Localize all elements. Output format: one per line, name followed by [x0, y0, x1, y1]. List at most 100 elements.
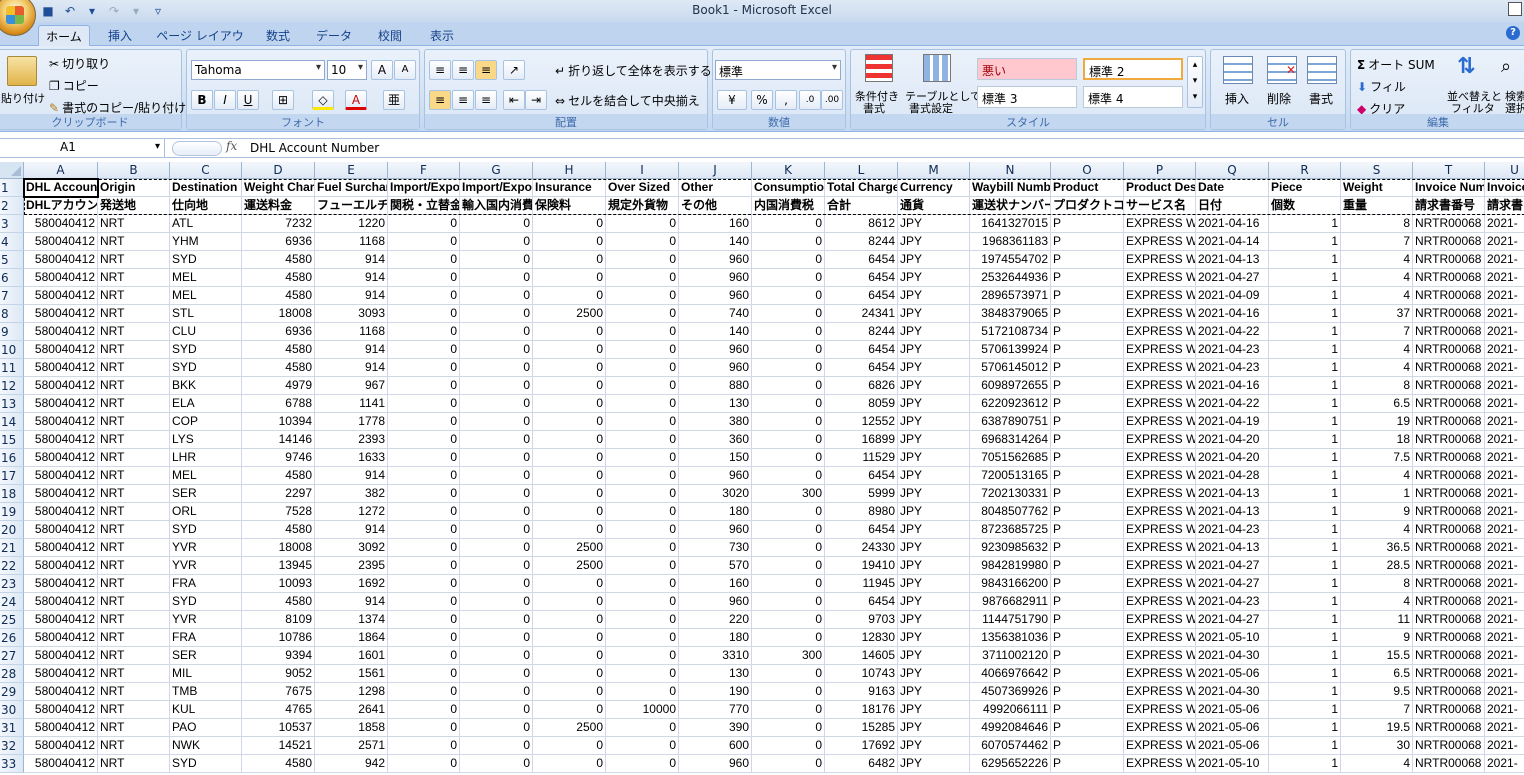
table-cell[interactable]: 0: [606, 719, 679, 737]
table-cell[interactable]: P: [1051, 269, 1124, 287]
align-middle-icon[interactable]: ≡: [452, 60, 474, 80]
table-cell[interactable]: EXPRESS W: [1124, 467, 1196, 485]
table-cell[interactable]: 0: [388, 485, 460, 503]
table-cell[interactable]: EXPRESS W: [1124, 737, 1196, 755]
table-cell[interactable]: 580040412: [24, 287, 98, 305]
table-cell[interactable]: 2297: [242, 485, 315, 503]
table-cell[interactable]: 580040412: [24, 593, 98, 611]
table-cell[interactable]: NRTR00068: [1413, 233, 1485, 251]
table-cell[interactable]: 4: [1341, 269, 1413, 287]
table-cell[interactable]: 140: [679, 323, 752, 341]
table-cell[interactable]: 1778: [315, 413, 388, 431]
tab-review[interactable]: 校閲: [368, 25, 412, 46]
table-cell[interactable]: JPY: [898, 629, 970, 647]
row-header[interactable]: 21: [0, 539, 24, 557]
table-cell[interactable]: 0: [752, 251, 825, 269]
table-cell[interactable]: EXPRESS W: [1124, 629, 1196, 647]
table-cell[interactable]: 300: [752, 647, 825, 665]
table-cell[interactable]: 0: [460, 575, 533, 593]
table-cell[interactable]: 0: [752, 611, 825, 629]
table-cell[interactable]: 0: [460, 233, 533, 251]
table-cell[interactable]: YHM: [170, 233, 242, 251]
table-cell[interactable]: P: [1051, 431, 1124, 449]
select-all-button[interactable]: [0, 162, 24, 179]
table-cell[interactable]: 914: [315, 593, 388, 611]
table-cell[interactable]: 2021-: [1485, 449, 1524, 467]
table-cell[interactable]: 570: [679, 557, 752, 575]
table-cell[interactable]: 9: [1341, 503, 1413, 521]
table-cell[interactable]: SYD: [170, 341, 242, 359]
table-cell[interactable]: JPY: [898, 305, 970, 323]
style-normal-2[interactable]: 標準 2: [1083, 58, 1183, 80]
table-cell[interactable]: 4: [1341, 467, 1413, 485]
table-cell[interactable]: 0: [388, 377, 460, 395]
table-cell[interactable]: 580040412: [24, 701, 98, 719]
table-cell[interactable]: 0: [752, 719, 825, 737]
table-cell[interactable]: YVR: [170, 539, 242, 557]
table-cell[interactable]: 8612: [825, 215, 898, 233]
table-cell[interactable]: 1: [1269, 305, 1341, 323]
header-cell[interactable]: フューエルチャージ: [315, 197, 388, 215]
table-cell[interactable]: P: [1051, 485, 1124, 503]
table-cell[interactable]: JPY: [898, 395, 970, 413]
table-cell[interactable]: P: [1051, 503, 1124, 521]
table-cell[interactable]: 4066976642: [970, 665, 1051, 683]
table-cell[interactable]: 580040412: [24, 341, 98, 359]
table-cell[interactable]: EXPRESS W: [1124, 701, 1196, 719]
table-cell[interactable]: NRTR00068: [1413, 395, 1485, 413]
column-header-s[interactable]: S: [1341, 162, 1413, 179]
table-cell[interactable]: 1: [1269, 683, 1341, 701]
table-cell[interactable]: 0: [533, 755, 606, 773]
table-cell[interactable]: 0: [533, 449, 606, 467]
table-cell[interactable]: 0: [752, 323, 825, 341]
table-cell[interactable]: 9876682911: [970, 593, 1051, 611]
table-cell[interactable]: 9843166200: [970, 575, 1051, 593]
table-cell[interactable]: P: [1051, 521, 1124, 539]
row-header[interactable]: 10: [0, 341, 24, 359]
border-icon[interactable]: ⊞: [272, 90, 294, 110]
delete-cells-icon[interactable]: ✕: [1267, 56, 1297, 84]
table-cell[interactable]: NRTR00068: [1413, 593, 1485, 611]
table-cell[interactable]: P: [1051, 287, 1124, 305]
table-cell[interactable]: NRT: [98, 395, 170, 413]
table-cell[interactable]: 2021-: [1485, 287, 1524, 305]
table-cell[interactable]: 1633: [315, 449, 388, 467]
table-cell[interactable]: 580040412: [24, 611, 98, 629]
table-cell[interactable]: 2021-04-13: [1196, 485, 1269, 503]
shrink-font-button[interactable]: A: [394, 60, 416, 80]
table-cell[interactable]: JPY: [898, 485, 970, 503]
table-cell[interactable]: 19: [1341, 413, 1413, 431]
delete-cells-button[interactable]: 削除: [1267, 90, 1291, 107]
table-cell[interactable]: 2021-: [1485, 215, 1524, 233]
table-cell[interactable]: 2532644936: [970, 269, 1051, 287]
table-cell[interactable]: 9.5: [1341, 683, 1413, 701]
table-cell[interactable]: NRT: [98, 629, 170, 647]
header-cell[interactable]: 請求書: [1485, 197, 1524, 215]
header-cell[interactable]: Consumption: [752, 179, 825, 197]
table-cell[interactable]: P: [1051, 395, 1124, 413]
column-header-p[interactable]: P: [1124, 162, 1196, 179]
table-cell[interactable]: 580040412: [24, 449, 98, 467]
table-cell[interactable]: EXPRESS W: [1124, 719, 1196, 737]
table-cell[interactable]: 0: [752, 593, 825, 611]
table-cell[interactable]: 0: [752, 233, 825, 251]
table-cell[interactable]: 0: [388, 521, 460, 539]
table-cell[interactable]: 3092: [315, 539, 388, 557]
table-cell[interactable]: P: [1051, 323, 1124, 341]
table-cell[interactable]: 0: [606, 395, 679, 413]
table-cell[interactable]: 0: [533, 233, 606, 251]
table-cell[interactable]: 0: [388, 215, 460, 233]
table-cell[interactable]: 0: [606, 521, 679, 539]
table-cell[interactable]: 0: [606, 755, 679, 773]
table-cell[interactable]: 7528: [242, 503, 315, 521]
header-cell[interactable]: Date: [1196, 179, 1269, 197]
table-cell[interactable]: 1: [1269, 701, 1341, 719]
table-cell[interactable]: 7: [1341, 701, 1413, 719]
table-cell[interactable]: 0: [606, 737, 679, 755]
header-cell[interactable]: Currency: [898, 179, 970, 197]
header-cell[interactable]: Insurance: [533, 179, 606, 197]
table-cell[interactable]: 1601: [315, 647, 388, 665]
table-cell[interactable]: 0: [460, 755, 533, 773]
table-cell[interactable]: 2896573971: [970, 287, 1051, 305]
table-cell[interactable]: 5706139924: [970, 341, 1051, 359]
